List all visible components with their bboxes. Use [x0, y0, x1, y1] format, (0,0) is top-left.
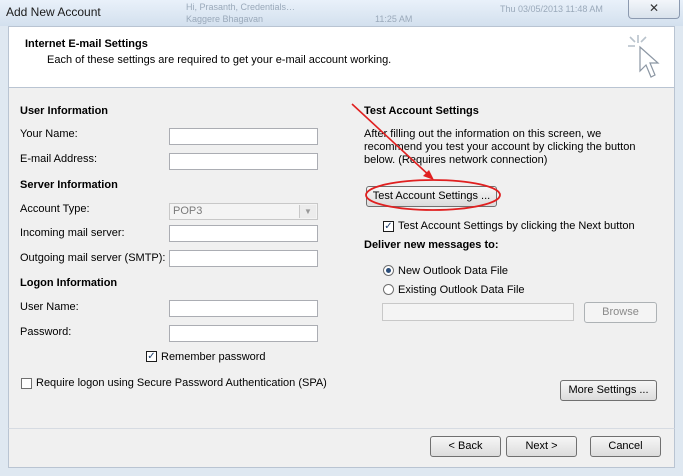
account-type-label: Account Type:: [20, 203, 90, 215]
wizard-header: Internet E-mail Settings Each of these s…: [8, 26, 675, 88]
cursor-sparkle-icon: [628, 35, 660, 78]
test-on-next-label: Test Account Settings by clicking the Ne…: [398, 220, 635, 232]
incoming-server-field[interactable]: [169, 225, 318, 242]
name-label: Your Name:: [20, 128, 78, 140]
background-text: Thu 03/05/2013 11:48 AM: [500, 4, 603, 14]
test-description-line: After filling out the information on thi…: [364, 128, 602, 140]
header-subtitle: Each of these settings are required to g…: [47, 54, 392, 66]
incoming-server-label: Incoming mail server:: [20, 227, 125, 239]
header-title: Internet E-mail Settings: [25, 38, 148, 50]
test-description-line: recommend you test your account by click…: [364, 141, 636, 153]
outgoing-server-label: Outgoing mail server (SMTP):: [20, 252, 166, 264]
spa-checkbox[interactable]: [21, 378, 32, 389]
account-type-value: POP3: [173, 205, 203, 217]
close-icon: ✕: [648, 1, 660, 15]
background-text: Kaggere Bhagavan: [186, 14, 264, 24]
password-label: Password:: [20, 326, 72, 338]
cancel-button[interactable]: Cancel: [590, 436, 661, 457]
test-on-next-checkbox[interactable]: ✓: [383, 221, 394, 232]
email-label: E-mail Address:: [20, 153, 98, 165]
account-type-select[interactable]: POP3 ▼: [169, 203, 318, 220]
logon-info-heading: Logon Information: [20, 277, 118, 289]
test-settings-heading: Test Account Settings: [364, 105, 479, 117]
user-info-heading: User Information: [20, 105, 109, 117]
browse-button[interactable]: Browse: [584, 302, 657, 323]
test-description-line: below. (Requires network connection): [364, 154, 548, 166]
test-account-settings-button[interactable]: Test Account Settings ...: [366, 186, 497, 207]
remember-password-checkbox[interactable]: ✓: [146, 351, 157, 362]
username-field[interactable]: [169, 300, 318, 317]
username-label: User Name:: [20, 301, 79, 313]
existing-data-file-radio[interactable]: [383, 284, 394, 295]
spa-label: Require logon using Secure Password Auth…: [36, 377, 327, 389]
data-file-path-field[interactable]: [382, 303, 574, 321]
next-button[interactable]: Next >: [506, 436, 577, 457]
back-button[interactable]: < Back: [430, 436, 501, 457]
new-data-file-label: New Outlook Data File: [398, 265, 509, 277]
window-title: Add New Account: [6, 5, 101, 19]
name-field[interactable]: [169, 128, 318, 145]
server-info-heading: Server Information: [20, 179, 118, 191]
background-text: Hi, Prasanth, Credentials…: [186, 2, 296, 12]
title-bar: Add New Account Hi, Prasanth, Credential…: [0, 0, 683, 26]
chevron-down-icon: ▼: [299, 205, 316, 218]
outgoing-server-field[interactable]: [169, 250, 318, 267]
deliver-heading: Deliver new messages to:: [364, 239, 499, 251]
new-data-file-radio[interactable]: [383, 265, 394, 276]
close-button[interactable]: ✕: [628, 0, 680, 19]
background-text: 11:25 AM: [375, 14, 413, 24]
existing-data-file-label: Existing Outlook Data File: [398, 284, 525, 296]
radio-selected-dot: [386, 268, 391, 273]
password-field[interactable]: [169, 325, 318, 342]
email-field[interactable]: [169, 153, 318, 170]
more-settings-button[interactable]: More Settings ...: [560, 380, 657, 401]
remember-password-label: Remember password: [161, 351, 266, 363]
